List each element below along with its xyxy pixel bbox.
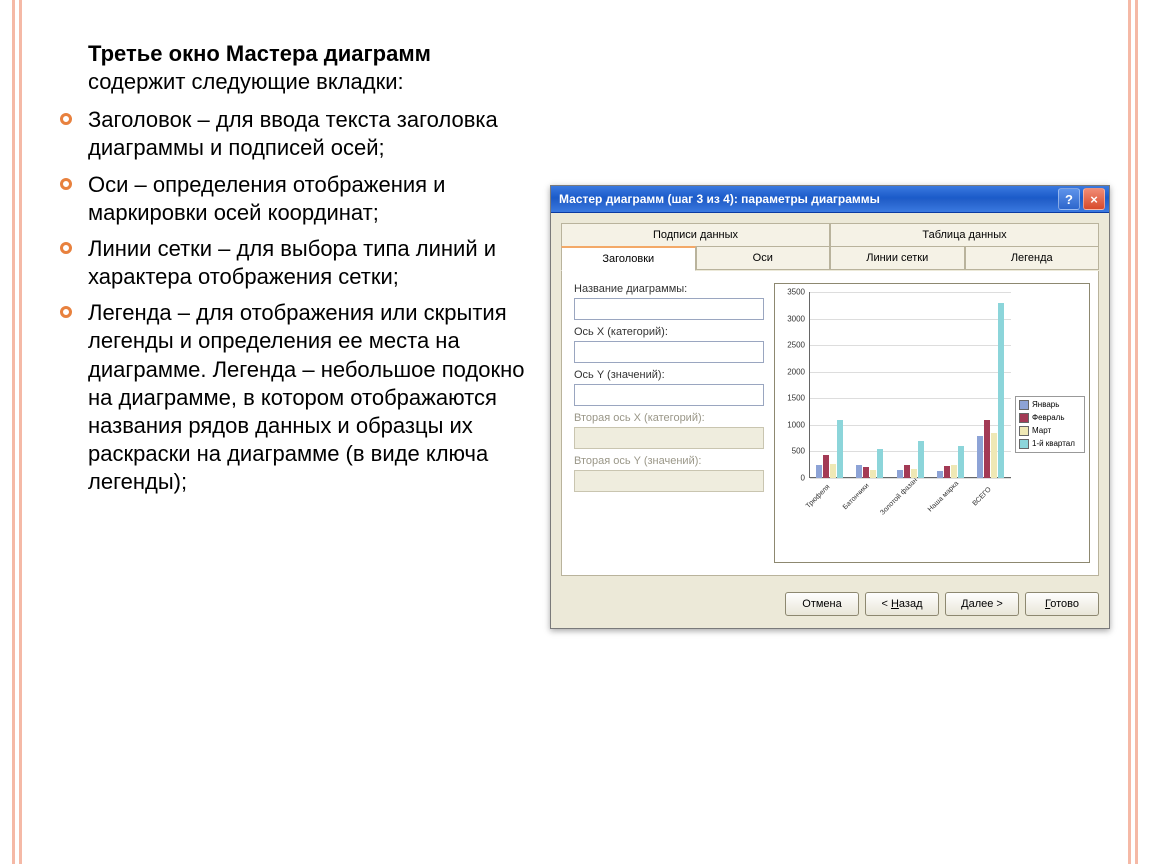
dialog-titlebar: Мастер диаграмм (шаг 3 из 4): параметры … (551, 186, 1109, 213)
chart-preview: 0500100015002000250030003500 ТрюфеляБато… (774, 283, 1090, 563)
lead-paragraph: Третье окно Мастера диаграмм содержит сл… (88, 40, 530, 96)
close-button[interactable]: × (1083, 188, 1105, 210)
next-button[interactable]: Далее > (945, 592, 1019, 616)
input-axis-x[interactable] (574, 341, 764, 363)
tab-legend[interactable]: Легенда (965, 246, 1100, 270)
input-chart-title[interactable] (574, 298, 764, 320)
tab-row-upper: Подписи данных Таблица данных (561, 223, 1099, 247)
cancel-button[interactable]: Отмена (785, 592, 859, 616)
label-axis-x2: Вторая ось X (категорий): (574, 412, 764, 424)
tab-gridlines[interactable]: Линии сетки (830, 246, 965, 270)
chart-legend: ЯнварьФевральМарт1-й квартал (1015, 396, 1085, 453)
lead-bold: Третье окно Мастера диаграмм (88, 41, 431, 66)
back-underline: Н (891, 598, 899, 610)
input-axis-x2 (574, 427, 764, 449)
tab-panel-titles: Название диаграммы: Ось X (категорий): О… (561, 271, 1099, 576)
tab-data-labels[interactable]: Подписи данных (561, 223, 830, 247)
bullet-list: Заголовок – для ввода текста заголовка д… (50, 106, 530, 496)
chart-plot: 0500100015002000250030003500 ТрюфеляБато… (781, 290, 1011, 500)
input-axis-y[interactable] (574, 384, 764, 406)
finish-underline: Г (1045, 598, 1050, 610)
tab-axes[interactable]: Оси (696, 246, 831, 270)
bullet-item: Оси – определения отображения и маркиров… (50, 171, 530, 227)
bullet-item: Линии сетки – для выбора типа линий и ха… (50, 235, 530, 291)
help-button[interactable]: ? (1058, 188, 1080, 210)
bullet-item: Легенда – для отображения или скрытия ле… (50, 299, 530, 496)
slide-text: Третье окно Мастера диаграмм содержит сл… (50, 40, 530, 844)
input-axis-y2 (574, 470, 764, 492)
tab-row-lower: Заголовки Оси Линии сетки Легенда (561, 246, 1099, 271)
lead-rest: содержит следующие вкладки: (88, 69, 404, 94)
next-underline: Д (961, 598, 968, 610)
label-chart-title: Название диаграммы: (574, 283, 764, 295)
label-axis-y: Ось Y (значений): (574, 369, 764, 381)
titles-form: Название диаграммы: Ось X (категорий): О… (574, 283, 764, 563)
dialog-title: Мастер диаграмм (шаг 3 из 4): параметры … (559, 192, 880, 206)
tab-titles[interactable]: Заголовки (561, 246, 696, 271)
label-axis-x: Ось X (категорий): (574, 326, 764, 338)
tab-data-table[interactable]: Таблица данных (830, 223, 1099, 247)
chart-wizard-dialog: Мастер диаграмм (шаг 3 из 4): параметры … (550, 185, 1110, 629)
back-button[interactable]: < Назад (865, 592, 939, 616)
bullet-item: Заголовок – для ввода текста заголовка д… (50, 106, 530, 162)
dialog-button-row: Отмена < Назад Далее > Готово (551, 582, 1109, 628)
label-axis-y2: Вторая ось Y (значений): (574, 455, 764, 467)
finish-button[interactable]: Готово (1025, 592, 1099, 616)
